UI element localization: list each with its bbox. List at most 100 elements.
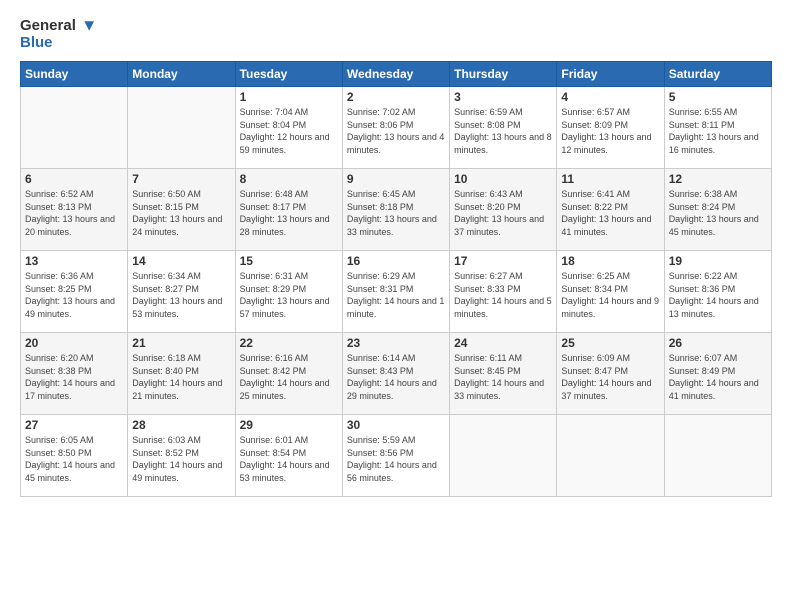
day-info: Sunrise: 6:16 AM Sunset: 8:42 PM Dayligh… — [240, 352, 338, 402]
day-number: 26 — [669, 336, 767, 350]
calendar-day-cell: 7 Sunrise: 6:50 AM Sunset: 8:15 PM Daylig… — [128, 169, 235, 251]
calendar-day-cell: 28Sunrise: 6:03 AM Sunset: 8:52 PM Dayli… — [128, 415, 235, 497]
day-info: Sunrise: 6:57 AM Sunset: 8:09 PM Dayligh… — [561, 106, 659, 156]
calendar-day-cell: 2 Sunrise: 7:02 AM Sunset: 8:06 PM Daylig… — [342, 87, 449, 169]
day-info: Sunrise: 6:09 AM Sunset: 8:47 PM Dayligh… — [561, 352, 659, 402]
day-info: Sunrise: 6:29 AM Sunset: 8:31 PM Dayligh… — [347, 270, 445, 320]
calendar-empty-cell — [664, 415, 771, 497]
calendar-empty-cell — [128, 87, 235, 169]
day-number: 8 — [240, 172, 338, 186]
day-info: Sunrise: 6:05 AM Sunset: 8:50 PM Dayligh… — [25, 434, 123, 484]
calendar-day-cell: 11 Sunrise: 6:41 AM Sunset: 8:22 PM Dayli… — [557, 169, 664, 251]
calendar-week-row: 1 Sunrise: 7:04 AM Sunset: 8:04 PM Daylig… — [21, 87, 772, 169]
calendar-day-header: Monday — [128, 62, 235, 87]
day-number: 10 — [454, 172, 552, 186]
calendar-day-cell: 23Sunrise: 6:14 AM Sunset: 8:43 PM Dayli… — [342, 333, 449, 415]
day-number: 19 — [669, 254, 767, 268]
day-number: 27 — [25, 418, 123, 432]
logo-wing-icon — [78, 19, 94, 33]
calendar-day-header: Wednesday — [342, 62, 449, 87]
day-info: Sunrise: 6:50 AM Sunset: 8:15 PM Dayligh… — [132, 188, 230, 238]
day-info: Sunrise: 6:31 AM Sunset: 8:29 PM Dayligh… — [240, 270, 338, 320]
day-number: 16 — [347, 254, 445, 268]
day-info: Sunrise: 6:20 AM Sunset: 8:38 PM Dayligh… — [25, 352, 123, 402]
day-info: Sunrise: 6:36 AM Sunset: 8:25 PM Dayligh… — [25, 270, 123, 320]
calendar-day-cell: 14Sunrise: 6:34 AM Sunset: 8:27 PM Dayli… — [128, 251, 235, 333]
calendar-day-header: Friday — [557, 62, 664, 87]
day-info: Sunrise: 6:25 AM Sunset: 8:34 PM Dayligh… — [561, 270, 659, 320]
day-number: 7 — [132, 172, 230, 186]
calendar-day-cell: 26 Sunrise: 6:07 AM Sunset: 8:49 PM Dayli… — [664, 333, 771, 415]
calendar-day-cell: 22 Sunrise: 6:16 AM Sunset: 8:42 PM Dayli… — [235, 333, 342, 415]
day-number: 2 — [347, 90, 445, 104]
calendar-day-cell: 8Sunrise: 6:48 AM Sunset: 8:17 PM Daylig… — [235, 169, 342, 251]
logo-blue: Blue — [20, 35, 94, 52]
day-number: 18 — [561, 254, 659, 268]
calendar-day-header: Saturday — [664, 62, 771, 87]
day-number: 11 — [561, 172, 659, 186]
calendar-header-row: SundayMondayTuesdayWednesdayThursdayFrid… — [21, 62, 772, 87]
calendar-day-cell: 19Sunrise: 6:22 AM Sunset: 8:36 PM Dayli… — [664, 251, 771, 333]
day-info: Sunrise: 7:02 AM Sunset: 8:06 PM Dayligh… — [347, 106, 445, 156]
page-header: General Blue — [20, 18, 772, 51]
day-number: 25 — [561, 336, 659, 350]
day-info: Sunrise: 7:04 AM Sunset: 8:04 PM Dayligh… — [240, 106, 338, 156]
day-number: 4 — [561, 90, 659, 104]
day-info: Sunrise: 6:52 AM Sunset: 8:13 PM Dayligh… — [25, 188, 123, 238]
day-info: Sunrise: 6:59 AM Sunset: 8:08 PM Dayligh… — [454, 106, 552, 156]
calendar-day-cell: 24 Sunrise: 6:11 AM Sunset: 8:45 PM Dayli… — [450, 333, 557, 415]
day-info: Sunrise: 6:18 AM Sunset: 8:40 PM Dayligh… — [132, 352, 230, 402]
logo: General Blue — [20, 18, 94, 51]
calendar-day-cell: 9Sunrise: 6:45 AM Sunset: 8:18 PM Daylig… — [342, 169, 449, 251]
day-number: 6 — [25, 172, 123, 186]
day-info: Sunrise: 6:41 AM Sunset: 8:22 PM Dayligh… — [561, 188, 659, 238]
calendar-body: 1 Sunrise: 7:04 AM Sunset: 8:04 PM Daylig… — [21, 87, 772, 497]
calendar-day-cell: 15 Sunrise: 6:31 AM Sunset: 8:29 PM Dayli… — [235, 251, 342, 333]
calendar-day-cell: 4 Sunrise: 6:57 AM Sunset: 8:09 PM Daylig… — [557, 87, 664, 169]
calendar-day-cell: 18 Sunrise: 6:25 AM Sunset: 8:34 PM Dayli… — [557, 251, 664, 333]
calendar-week-row: 13 Sunrise: 6:36 AM Sunset: 8:25 PM Dayli… — [21, 251, 772, 333]
calendar-empty-cell — [557, 415, 664, 497]
calendar-day-cell: 21 Sunrise: 6:18 AM Sunset: 8:40 PM Dayli… — [128, 333, 235, 415]
calendar-day-cell: 6 Sunrise: 6:52 AM Sunset: 8:13 PM Daylig… — [21, 169, 128, 251]
day-info: Sunrise: 6:43 AM Sunset: 8:20 PM Dayligh… — [454, 188, 552, 238]
calendar-day-cell: 10 Sunrise: 6:43 AM Sunset: 8:20 PM Dayli… — [450, 169, 557, 251]
day-number: 17 — [454, 254, 552, 268]
calendar-week-row: 27 Sunrise: 6:05 AM Sunset: 8:50 PM Dayli… — [21, 415, 772, 497]
logo-container: General Blue — [20, 18, 94, 51]
day-number: 9 — [347, 172, 445, 186]
calendar-empty-cell — [450, 415, 557, 497]
day-number: 15 — [240, 254, 338, 268]
calendar-day-cell: 12 Sunrise: 6:38 AM Sunset: 8:24 PM Dayli… — [664, 169, 771, 251]
calendar-day-cell: 30Sunrise: 5:59 AM Sunset: 8:56 PM Dayli… — [342, 415, 449, 497]
day-info: Sunrise: 6:38 AM Sunset: 8:24 PM Dayligh… — [669, 188, 767, 238]
calendar-day-cell: 3 Sunrise: 6:59 AM Sunset: 8:08 PM Daylig… — [450, 87, 557, 169]
day-number: 29 — [240, 418, 338, 432]
day-number: 1 — [240, 90, 338, 104]
day-number: 3 — [454, 90, 552, 104]
calendar-empty-cell — [21, 87, 128, 169]
calendar-day-cell: 27 Sunrise: 6:05 AM Sunset: 8:50 PM Dayli… — [21, 415, 128, 497]
day-number: 14 — [132, 254, 230, 268]
day-number: 30 — [347, 418, 445, 432]
calendar-day-header: Tuesday — [235, 62, 342, 87]
day-number: 21 — [132, 336, 230, 350]
calendar-day-cell: 17Sunrise: 6:27 AM Sunset: 8:33 PM Dayli… — [450, 251, 557, 333]
day-info: Sunrise: 6:11 AM Sunset: 8:45 PM Dayligh… — [454, 352, 552, 402]
day-info: Sunrise: 6:07 AM Sunset: 8:49 PM Dayligh… — [669, 352, 767, 402]
day-number: 22 — [240, 336, 338, 350]
day-number: 23 — [347, 336, 445, 350]
calendar-day-cell: 5Sunrise: 6:55 AM Sunset: 8:11 PM Daylig… — [664, 87, 771, 169]
day-number: 5 — [669, 90, 767, 104]
calendar-day-cell: 1 Sunrise: 7:04 AM Sunset: 8:04 PM Daylig… — [235, 87, 342, 169]
calendar-day-cell: 16 Sunrise: 6:29 AM Sunset: 8:31 PM Dayli… — [342, 251, 449, 333]
calendar-table: SundayMondayTuesdayWednesdayThursdayFrid… — [20, 61, 772, 497]
day-number: 12 — [669, 172, 767, 186]
day-info: Sunrise: 6:03 AM Sunset: 8:52 PM Dayligh… — [132, 434, 230, 484]
calendar-week-row: 20Sunrise: 6:20 AM Sunset: 8:38 PM Dayli… — [21, 333, 772, 415]
day-number: 24 — [454, 336, 552, 350]
day-number: 13 — [25, 254, 123, 268]
logo-general: General — [20, 18, 76, 35]
calendar-week-row: 6 Sunrise: 6:52 AM Sunset: 8:13 PM Daylig… — [21, 169, 772, 251]
calendar-day-cell: 13 Sunrise: 6:36 AM Sunset: 8:25 PM Dayli… — [21, 251, 128, 333]
